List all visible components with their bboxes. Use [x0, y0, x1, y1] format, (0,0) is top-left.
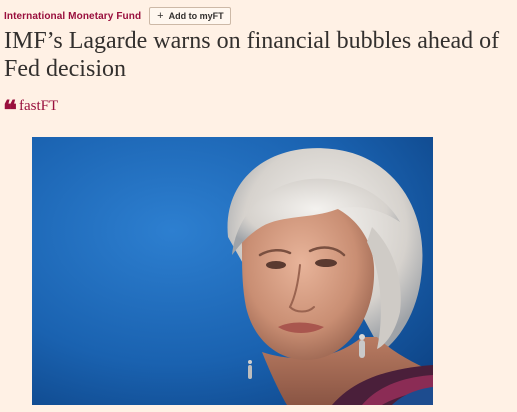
quote-mark-icon: ❝ — [3, 96, 17, 125]
topic-link[interactable]: International Monetary Fund — [4, 11, 141, 22]
fastft-label: fastFT — [19, 97, 59, 114]
article-headline: IMF’s Lagarde warns on financial bubbles… — [4, 28, 500, 82]
lagarde-portrait — [32, 137, 433, 405]
add-to-myft-label: Add to myFT — [168, 11, 224, 21]
plus-icon: + — [157, 9, 164, 22]
topic-row: International Monetary Fund + Add to myF… — [4, 7, 231, 25]
fastft-brand-link[interactable]: ❝ fastFT — [3, 96, 59, 125]
add-to-myft-button[interactable]: + Add to myFT — [149, 7, 231, 25]
article-photo — [32, 137, 433, 405]
article-header: International Monetary Fund + Add to myF… — [0, 0, 517, 125]
